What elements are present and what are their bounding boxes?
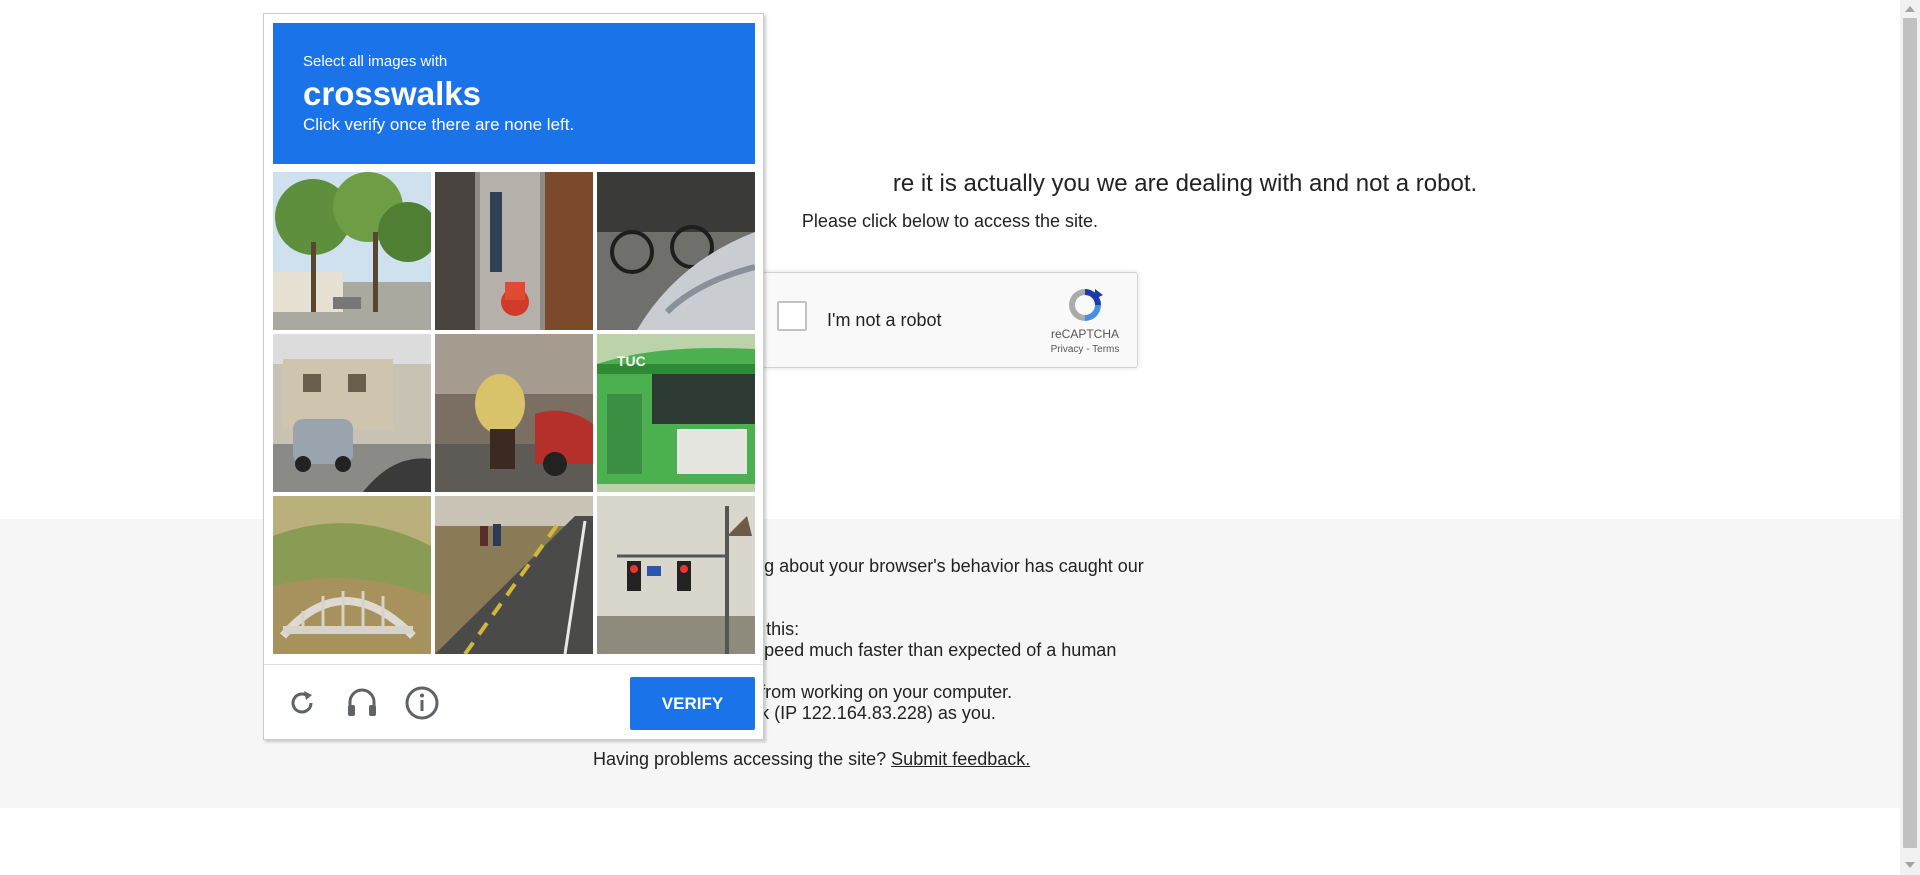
vertical-scrollbar[interactable] xyxy=(1900,0,1920,875)
reload-icon[interactable] xyxy=(284,685,320,721)
image-tile-6[interactable]: TUC xyxy=(597,334,755,492)
recaptcha-anchor[interactable]: I'm not a robot reCAPTCHA Privacy - Term… xyxy=(746,272,1138,368)
image-tile-4[interactable] xyxy=(273,334,431,492)
headphones-icon[interactable] xyxy=(344,685,380,721)
scroll-up-arrow[interactable] xyxy=(1905,6,1915,12)
robot-checkbox-label: I'm not a robot xyxy=(827,310,942,330)
robot-checkbox[interactable] xyxy=(777,301,807,331)
recaptcha-brand: reCAPTCHA xyxy=(1050,327,1119,341)
image-tile-9[interactable] xyxy=(597,496,755,654)
info-icon[interactable] xyxy=(404,685,440,721)
terms-link[interactable]: Terms xyxy=(1092,344,1119,355)
feedback-line: Having problems accessing the site? Subm… xyxy=(593,749,1030,770)
svg-text:TUC: TUC xyxy=(617,353,646,369)
scroll-thumb[interactable] xyxy=(1903,18,1917,848)
challenge-footer: VERIFY xyxy=(264,664,763,740)
image-tile-2[interactable] xyxy=(435,172,593,330)
scroll-down-arrow[interactable] xyxy=(1905,862,1915,868)
instruction-prefix: Select all images with xyxy=(303,53,448,70)
instruction-suffix: Click verify once there are none left. xyxy=(303,115,575,134)
recaptcha-logo: reCAPTCHA Privacy - Terms xyxy=(1045,285,1125,355)
recaptcha-links: Privacy - Terms xyxy=(1045,344,1125,355)
challenge-header: Select all images with crosswalks Click … xyxy=(273,23,755,164)
image-tile-8[interactable] xyxy=(435,496,593,654)
feedback-prefix: Having problems accessing the site? xyxy=(593,749,887,769)
page-headline: re it is actually you we are dealing wit… xyxy=(892,170,1478,197)
image-tile-1[interactable] xyxy=(273,172,431,330)
image-tile-5[interactable] xyxy=(435,334,593,492)
links-separator: - xyxy=(1083,344,1093,355)
recaptcha-logo-icon xyxy=(1069,289,1103,321)
instruction-target: crosswalks xyxy=(303,75,481,112)
image-tile-7[interactable] xyxy=(273,496,431,654)
verify-button[interactable]: VERIFY xyxy=(630,677,755,730)
image-grid: TUC xyxy=(273,172,755,654)
image-tile-3[interactable] xyxy=(597,172,755,330)
privacy-link[interactable]: Privacy xyxy=(1051,344,1084,355)
submit-feedback-link[interactable]: Submit feedback. xyxy=(891,749,1030,769)
captcha-challenge-popup: Select all images with crosswalks Click … xyxy=(263,13,764,740)
